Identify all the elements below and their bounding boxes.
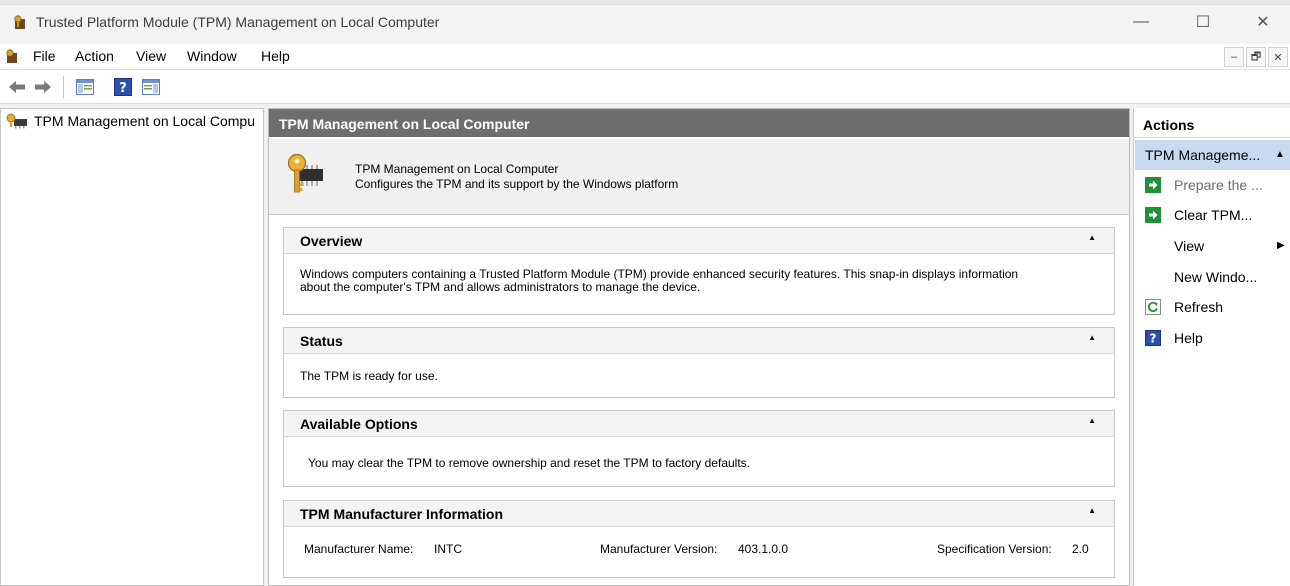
specification-version-label: Specification Version: bbox=[937, 542, 1052, 556]
collapse-icon[interactable]: ▲ bbox=[1088, 506, 1096, 515]
window-title: Trusted Platform Module (TPM) Management… bbox=[36, 14, 440, 30]
action-label: Prepare the ... bbox=[1174, 177, 1263, 193]
action-label: Refresh bbox=[1174, 299, 1224, 315]
menu-help[interactable]: Help bbox=[261, 48, 290, 64]
manufacturer-name-label: Manufacturer Name: bbox=[304, 542, 414, 556]
close-button[interactable]: ✕ bbox=[1240, 6, 1286, 38]
snapin-description: Configures the TPM and its support by th… bbox=[355, 177, 679, 191]
action-clear-tpm[interactable]: Clear TPM... bbox=[1134, 200, 1290, 230]
help-icon: ? bbox=[1145, 330, 1161, 346]
mdi-restore-button[interactable]: 🗗 bbox=[1246, 47, 1266, 67]
manufacturer-header[interactable]: TPM Manufacturer Information ▲ bbox=[284, 501, 1114, 527]
system-menu-icon[interactable] bbox=[4, 48, 20, 64]
available-options-text: You may clear the TPM to remove ownershi… bbox=[308, 456, 750, 470]
tree-item-label: TPM Management on Local Compu bbox=[34, 113, 255, 129]
show-hide-action-pane-button[interactable] bbox=[140, 77, 162, 97]
action-view[interactable]: View ▶ bbox=[1134, 231, 1290, 261]
green-run-icon bbox=[1145, 177, 1161, 193]
tpm-snapin-icon bbox=[6, 113, 27, 129]
title-bar: Trusted Platform Module (TPM) Management… bbox=[0, 0, 1290, 44]
manufacturer-version-label: Manufacturer Version: bbox=[600, 542, 718, 556]
action-label: Clear TPM... bbox=[1174, 207, 1253, 223]
forward-button[interactable] bbox=[32, 77, 54, 97]
menu-bar: File Action View Window Help – 🗗 ✕ bbox=[0, 44, 1290, 70]
help-icon: ? bbox=[114, 78, 132, 96]
overview-body: Windows computers containing a Trusted P… bbox=[284, 254, 1114, 294]
available-options-title: Available Options bbox=[300, 416, 418, 432]
overview-section: Overview ▲ Windows computers containing … bbox=[283, 227, 1115, 315]
back-arrow-icon bbox=[9, 81, 25, 93]
status-section: Status ▲ The TPM is ready for use. bbox=[283, 327, 1115, 398]
tree-item-tpm-management[interactable]: TPM Management on Local Compu bbox=[6, 113, 262, 129]
show-hide-tree-button[interactable] bbox=[74, 77, 96, 97]
actions-pane: Actions TPM Manageme... ▲ Prepare the ..… bbox=[1133, 108, 1290, 586]
actions-group-label: TPM Manageme... bbox=[1145, 147, 1261, 163]
svg-text:?: ? bbox=[1150, 332, 1157, 346]
status-header[interactable]: Status ▲ bbox=[284, 328, 1114, 354]
show-hide-action-pane-icon bbox=[142, 79, 160, 95]
collapse-up-icon[interactable]: ▲ bbox=[1275, 149, 1285, 160]
collapse-icon[interactable]: ▲ bbox=[1088, 233, 1096, 242]
status-text: The TPM is ready for use. bbox=[300, 369, 438, 383]
details-header: TPM Management on Local Computer bbox=[269, 109, 1129, 137]
manufacturer-version-value: 403.1.0.0 bbox=[738, 542, 789, 556]
manufacturer-section: TPM Manufacturer Information ▲ Manufactu… bbox=[283, 500, 1115, 578]
maximize-button[interactable]: ☐ bbox=[1180, 6, 1226, 38]
manufacturer-name-value: INTC bbox=[434, 542, 462, 556]
available-options-header[interactable]: Available Options ▲ bbox=[284, 411, 1114, 437]
actions-header: Actions bbox=[1134, 108, 1290, 138]
tpm-key-chip-icon bbox=[287, 153, 323, 193]
tpm-app-icon bbox=[14, 15, 25, 29]
mdi-minimize-button[interactable]: – bbox=[1224, 47, 1244, 67]
submenu-arrow-icon: ▶ bbox=[1277, 240, 1285, 251]
snapin-title: TPM Management on Local Computer bbox=[355, 162, 559, 176]
toolbar: ? bbox=[0, 70, 1290, 104]
action-prepare-the-tpm[interactable]: Prepare the ... bbox=[1134, 170, 1290, 200]
action-help[interactable]: ? Help bbox=[1134, 323, 1290, 353]
menu-window[interactable]: Window bbox=[187, 48, 237, 64]
back-button[interactable] bbox=[6, 77, 28, 97]
collapse-icon[interactable]: ▲ bbox=[1088, 416, 1096, 425]
snapin-description-box: TPM Management on Local Computer Configu… bbox=[269, 139, 1129, 215]
help-button[interactable]: ? bbox=[112, 77, 134, 97]
menu-action[interactable]: Action bbox=[75, 48, 114, 64]
action-label: View bbox=[1174, 238, 1205, 254]
svg-text:?: ? bbox=[119, 81, 127, 96]
refresh-icon bbox=[1145, 299, 1161, 315]
specification-version-value: 2.0 bbox=[1072, 542, 1089, 556]
show-hide-console-tree-icon bbox=[76, 79, 94, 95]
action-label: Help bbox=[1174, 330, 1203, 346]
background-window-strip bbox=[0, 0, 1290, 5]
collapse-icon[interactable]: ▲ bbox=[1088, 333, 1096, 342]
manufacturer-title: TPM Manufacturer Information bbox=[300, 506, 504, 522]
action-new-window[interactable]: New Windo... bbox=[1134, 262, 1290, 292]
console-tree[interactable]: TPM Management on Local Compu bbox=[0, 108, 264, 586]
action-refresh[interactable]: Refresh bbox=[1134, 292, 1290, 322]
toolbar-separator bbox=[63, 76, 64, 98]
available-options-section: Available Options ▲ You may clear the TP… bbox=[283, 410, 1115, 487]
actions-group-tpm-management[interactable]: TPM Manageme... ▲ bbox=[1135, 140, 1290, 170]
overview-header[interactable]: Overview ▲ bbox=[284, 228, 1114, 254]
menu-file[interactable]: File bbox=[33, 48, 56, 64]
minimize-button[interactable]: — bbox=[1118, 6, 1164, 38]
green-run-icon bbox=[1145, 207, 1161, 223]
action-label: New Windo... bbox=[1174, 269, 1258, 285]
forward-arrow-icon bbox=[35, 81, 51, 93]
manufacturer-info-row: Manufacturer Name: INTC Manufacturer Ver… bbox=[284, 527, 1114, 557]
status-title: Status bbox=[300, 333, 343, 349]
mdi-close-button[interactable]: ✕ bbox=[1268, 47, 1288, 67]
overview-title: Overview bbox=[300, 233, 363, 249]
menu-view[interactable]: View bbox=[136, 48, 166, 64]
details-pane: TPM Management on Local Computer TPM Man… bbox=[268, 108, 1130, 586]
overview-line-2: about the computer's TPM and allows admi… bbox=[300, 280, 701, 294]
